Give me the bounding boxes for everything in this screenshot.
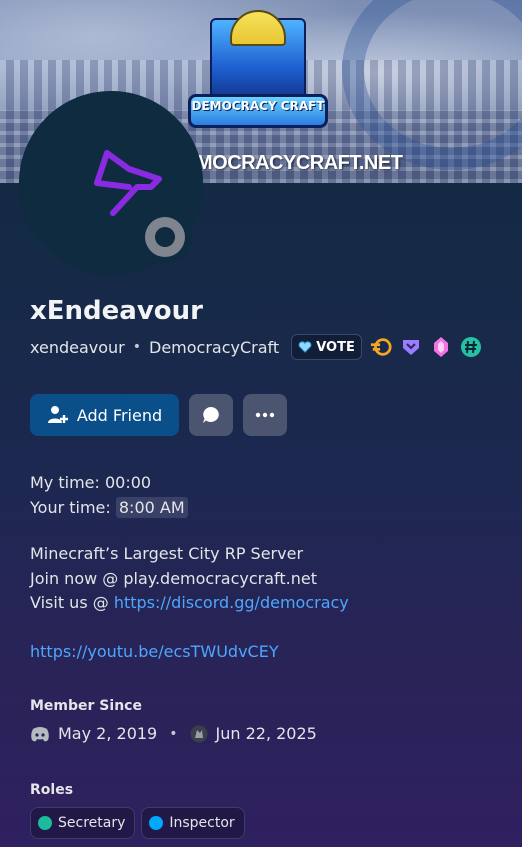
banner-server-text: MOCRACYCRAFT.NET	[196, 152, 403, 174]
bio-visit-prefix: Visit us @	[30, 593, 114, 612]
shield-badge-icon[interactable]	[400, 336, 422, 358]
display-name: xEndeavour	[30, 296, 203, 326]
role-pill[interactable]: Secretary	[30, 807, 136, 839]
role-name: Secretary	[58, 815, 126, 831]
my-time-label: My time:	[30, 473, 100, 492]
guild-tag-label: VOTE	[316, 339, 355, 355]
profile-actions: Add Friend	[30, 394, 287, 436]
add-friend-icon	[47, 406, 68, 423]
profile-bio: Minecraft’s Largest City RP Server Join …	[30, 542, 349, 665]
add-friend-label: Add Friend	[76, 405, 163, 425]
server-name: DemocracyCraft	[149, 337, 280, 357]
more-options-button[interactable]	[243, 394, 287, 436]
role-name: Inspector	[169, 815, 235, 831]
member-since-row: May 2, 2019 • Jun 22, 2025	[30, 724, 317, 743]
add-friend-button[interactable]: Add Friend	[30, 394, 179, 436]
discord-join-date: May 2, 2019	[58, 724, 158, 743]
discord-invite-link[interactable]: https://discord.gg/democracy	[114, 593, 349, 612]
ellipsis-icon	[255, 412, 275, 418]
my-time-value: 00:00	[105, 473, 152, 492]
offline-status-icon	[145, 217, 185, 257]
server-icon	[190, 725, 207, 742]
role-pill[interactable]: Inspector	[141, 807, 245, 839]
heart-icon	[298, 341, 312, 353]
dog-head-icon	[94, 150, 162, 216]
server-join-date: Jun 22, 2025	[215, 724, 317, 743]
my-time-row: My time: 00:00	[30, 470, 188, 495]
status-indicator	[138, 210, 192, 264]
hypesquad-icon[interactable]	[370, 336, 392, 358]
logo-dome	[230, 10, 286, 46]
bio-line: Minecraft’s Largest City RP Server	[30, 544, 304, 563]
your-time-row: Your time: 8:00 AM	[30, 495, 188, 520]
username: xendeavour	[30, 337, 125, 357]
profile-tagline: xendeavour • DemocracyCraft VOTE	[30, 334, 482, 360]
bio-line: Visit us @ https://discord.gg/democracy	[30, 591, 349, 616]
separator-dot: •	[132, 339, 142, 355]
time-info: My time: 00:00 Your time: 8:00 AM	[30, 470, 188, 520]
your-time-value: 8:00 AM	[115, 497, 188, 518]
member-since-title: Member Since	[30, 698, 142, 714]
server-logo: DEMOCRACY CRAFT	[180, 10, 336, 128]
discord-logo-icon	[31, 726, 49, 741]
role-color-dot	[38, 816, 52, 830]
chat-bubble-icon	[203, 407, 219, 423]
your-time-label: Your time:	[30, 498, 111, 517]
roles-title: Roles	[30, 782, 74, 798]
guild-tag[interactable]: VOTE	[291, 334, 362, 360]
youtube-link[interactable]: https://youtu.be/ecsTWUdvCEY	[30, 640, 349, 665]
logo-ribbon: DEMOCRACY CRAFT	[188, 94, 328, 128]
message-button[interactable]	[189, 394, 233, 436]
roles-list: Secretary Inspector	[30, 807, 245, 839]
hashtag-badge-icon[interactable]	[460, 336, 482, 358]
bio-line: Join now @ play.democracycraft.net	[30, 568, 318, 588]
gem-icon[interactable]	[430, 336, 452, 358]
role-color-dot	[149, 816, 164, 830]
separator-dot: •	[169, 725, 178, 742]
